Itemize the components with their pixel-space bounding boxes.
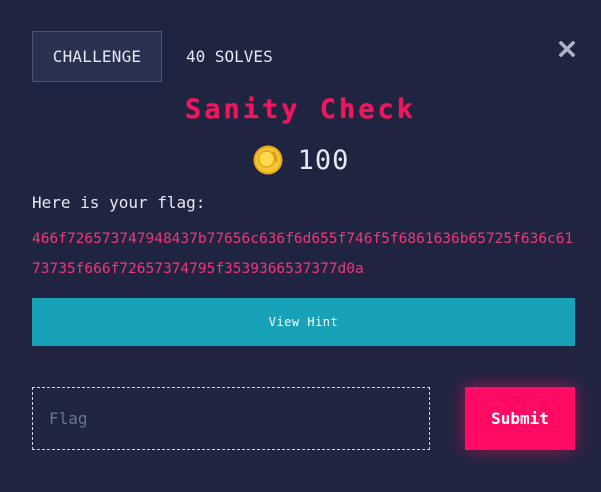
challenge-description: Here is your flag: [32, 193, 206, 212]
tab-challenge-label: CHALLENGE [52, 47, 142, 66]
view-hint-button[interactable]: View Hint [32, 298, 575, 346]
challenge-title: Sanity Check [184, 94, 417, 125]
flag-input[interactable] [33, 388, 429, 449]
tab-solves[interactable]: 40 SOLVES [170, 31, 289, 82]
close-button[interactable] [556, 38, 578, 60]
view-hint-label: View Hint [268, 315, 339, 329]
submit-button[interactable]: Submit [465, 387, 575, 450]
challenge-modal: CHALLENGE 40 SOLVES Sanity Check 100 Her… [0, 0, 601, 492]
tab-challenge[interactable]: CHALLENGE [32, 31, 162, 82]
submit-label: Submit [491, 409, 549, 428]
flag-input-wrapper [32, 387, 430, 450]
coin-icon [253, 145, 283, 175]
tab-solves-label: 40 SOLVES [186, 47, 273, 66]
points-value: 100 [297, 144, 350, 176]
flag-text: 466f726573747948437b77656c636f6d655f746f… [32, 231, 574, 277]
points-row: 100 [0, 141, 601, 179]
close-icon [559, 41, 575, 57]
